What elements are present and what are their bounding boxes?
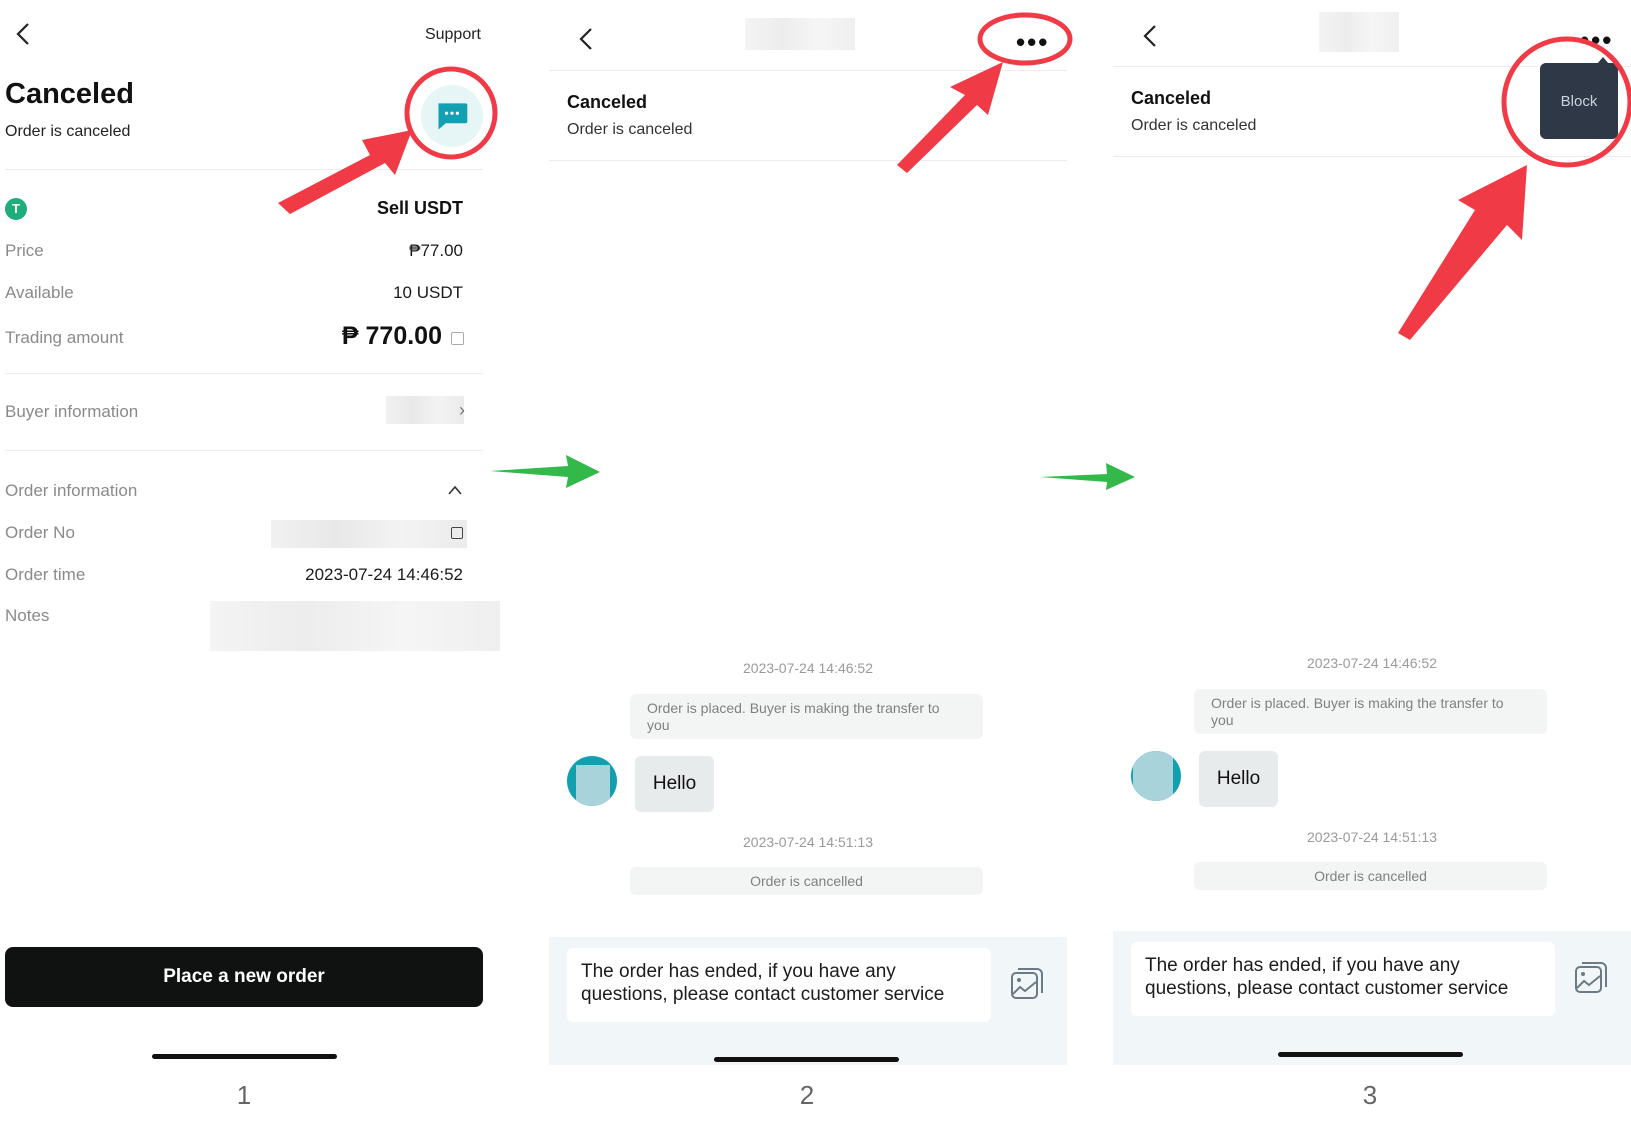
chat-bubble-icon bbox=[438, 103, 468, 130]
home-indicator bbox=[714, 1057, 899, 1062]
counterparty-name-redacted bbox=[745, 18, 855, 50]
status-subtitle: Order is canceled bbox=[1131, 117, 1257, 134]
chevron-left-icon bbox=[16, 23, 29, 45]
order-information-label[interactable]: Order information bbox=[5, 481, 137, 501]
more-options-button[interactable]: ••• bbox=[1016, 29, 1049, 55]
tether-usdt-icon: T bbox=[5, 198, 27, 220]
price-value: ₱77.00 bbox=[409, 241, 463, 260]
notes-redacted bbox=[210, 601, 500, 651]
system-message: Order is placed. Buyer is making the tra… bbox=[1194, 689, 1547, 734]
available-label: Available bbox=[5, 283, 74, 302]
system-message: Order is cancelled bbox=[630, 867, 983, 895]
trading-amount-label: Trading amount bbox=[5, 328, 124, 347]
home-indicator bbox=[152, 1054, 337, 1059]
status-subtitle: Order is canceled bbox=[5, 123, 131, 140]
chat-screen-menu-open: ••• Canceled Order is canceled Block 202… bbox=[1113, 0, 1631, 1070]
avatar bbox=[1131, 751, 1181, 801]
chevron-right-icon[interactable]: › bbox=[459, 400, 465, 421]
step-number: 1 bbox=[236, 1080, 252, 1110]
more-options-button[interactable]: ••• bbox=[1580, 27, 1613, 53]
chevron-up-icon[interactable] bbox=[447, 484, 463, 496]
trade-side-label: Sell USDT bbox=[376, 198, 463, 218]
system-message: Order is placed. Buyer is making the tra… bbox=[630, 694, 983, 739]
menu-pointer bbox=[1597, 57, 1609, 64]
available-value: 10 USDT bbox=[393, 283, 463, 302]
chat-timestamp: 2023-07-24 14:51:13 bbox=[743, 834, 873, 850]
divider bbox=[5, 373, 483, 374]
status-title: Canceled bbox=[5, 78, 134, 110]
chat-timestamp: 2023-07-24 14:46:52 bbox=[743, 660, 873, 676]
divider bbox=[1113, 156, 1631, 157]
status-title: Canceled bbox=[1131, 88, 1212, 108]
price-label: Price bbox=[5, 241, 44, 260]
more-horizontal-icon: ••• bbox=[1580, 25, 1614, 55]
order-time-value: 2023-07-24 14:46:52 bbox=[305, 565, 463, 584]
trading-amount-value: ₱ 770.00 bbox=[341, 322, 442, 350]
chat-screen: ••• Canceled Order is canceled 2023-07-2… bbox=[549, 0, 1067, 1070]
block-menu-item[interactable]: Block bbox=[1540, 63, 1618, 139]
chat-button[interactable] bbox=[421, 85, 483, 147]
home-indicator bbox=[1278, 1052, 1463, 1057]
divider bbox=[549, 160, 1067, 161]
divider bbox=[5, 169, 483, 170]
place-new-order-button[interactable]: Place a new order bbox=[5, 947, 483, 1007]
chat-timestamp: 2023-07-24 14:51:13 bbox=[1307, 829, 1437, 845]
order-ended-notice: The order has ended, if you have any que… bbox=[567, 948, 991, 1022]
avatar bbox=[567, 756, 617, 806]
notes-label: Notes bbox=[5, 606, 50, 625]
step-number: 2 bbox=[799, 1080, 815, 1110]
back-button[interactable] bbox=[10, 20, 38, 48]
image-gallery-icon[interactable] bbox=[1008, 965, 1046, 1003]
order-no-redacted bbox=[271, 520, 467, 548]
counterparty-name-redacted bbox=[1319, 12, 1399, 52]
order-detail-screen: Support Canceled Order is canceled T Sel… bbox=[0, 0, 505, 1070]
buyer-information-label: Buyer information bbox=[5, 402, 139, 421]
image-gallery-icon[interactable] bbox=[1572, 959, 1610, 997]
back-button[interactable] bbox=[573, 25, 601, 53]
chat-footer: The order has ended, if you have any que… bbox=[1113, 931, 1631, 1065]
order-time-label: Order time bbox=[5, 565, 86, 584]
divider bbox=[5, 450, 483, 451]
divider bbox=[549, 70, 1067, 71]
chevron-left-icon bbox=[579, 28, 592, 50]
chat-timestamp: 2023-07-24 14:46:52 bbox=[1307, 655, 1437, 671]
status-subtitle: Order is canceled bbox=[567, 121, 693, 138]
status-title: Canceled bbox=[567, 92, 648, 112]
buyer-name-redacted bbox=[386, 396, 464, 424]
copy-icon[interactable] bbox=[451, 332, 464, 345]
system-message: Order is cancelled bbox=[1194, 862, 1547, 890]
step-number: 3 bbox=[1362, 1080, 1378, 1110]
chat-footer: The order has ended, if you have any que… bbox=[549, 937, 1067, 1065]
message-bubble: Hello bbox=[1199, 751, 1278, 807]
more-horizontal-icon: ••• bbox=[1016, 27, 1050, 57]
back-button[interactable] bbox=[1137, 22, 1165, 50]
message-bubble: Hello bbox=[635, 756, 714, 812]
copy-icon[interactable] bbox=[451, 527, 463, 539]
order-no-label: Order No bbox=[5, 523, 75, 542]
chevron-left-icon bbox=[1143, 25, 1156, 47]
order-ended-notice: The order has ended, if you have any que… bbox=[1131, 942, 1555, 1016]
support-link[interactable]: Support bbox=[425, 26, 481, 44]
